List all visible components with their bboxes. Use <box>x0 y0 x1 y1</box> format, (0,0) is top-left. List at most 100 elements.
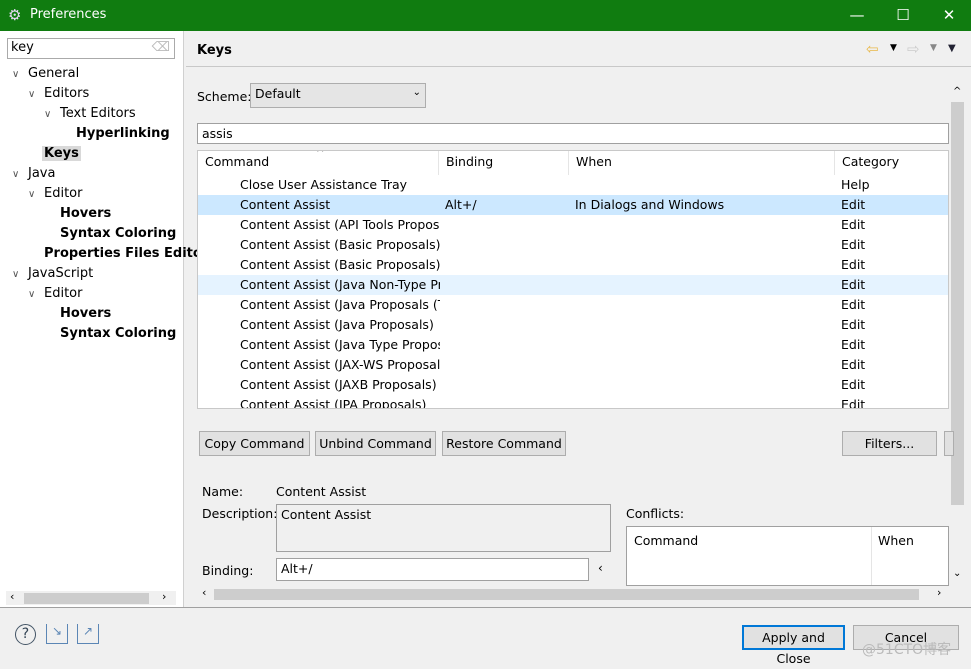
table-row[interactable]: Content Assist (Java Type Proposa Edit <box>198 335 948 355</box>
tree-item[interactable]: Syntax Coloring <box>60 326 176 341</box>
view-menu-icon[interactable]: ▼ <box>948 43 956 54</box>
tree-item[interactable]: Editors <box>44 86 89 101</box>
expand-chevron-icon[interactable]: ∨ <box>28 89 35 100</box>
table-row[interactable]: Content Assist (Basic Proposals) Edit <box>198 235 948 255</box>
command-cell: Content Assist (API Tools Proposal <box>240 217 440 232</box>
command-cell: Content Assist (Java Non-Type Pro <box>240 277 440 292</box>
export-icon[interactable]: ↗ <box>77 624 99 644</box>
scroll-left-icon[interactable]: ‹ <box>10 590 14 603</box>
expand-chevron-icon[interactable]: ∨ <box>44 109 51 120</box>
column-divider <box>871 527 872 585</box>
tree-item[interactable]: Java <box>28 166 55 181</box>
expand-chevron-icon[interactable]: ∨ <box>12 269 19 280</box>
conflicts-label: Conflicts: <box>626 506 685 521</box>
import-icon[interactable]: ↘ <box>46 624 68 644</box>
window-title: Preferences <box>30 7 107 22</box>
filter-input[interactable]: key ⌫ <box>7 38 175 59</box>
expand-chevron-icon[interactable]: ∨ <box>28 289 35 300</box>
tree-item[interactable]: Keys <box>42 146 81 161</box>
tree-item[interactable]: JavaScript <box>28 266 93 281</box>
tree-item[interactable]: Hyperlinking <box>76 126 170 141</box>
expand-chevron-icon[interactable]: ∨ <box>28 189 35 200</box>
scroll-up-icon[interactable]: ^ <box>953 86 961 97</box>
help-icon[interactable]: ? <box>15 624 36 645</box>
tree-item[interactable]: Hovers <box>60 306 111 321</box>
column-header-category[interactable]: Category <box>835 151 948 175</box>
conflicts-table: Command When <box>626 526 949 586</box>
tree-horizontal-scrollbar[interactable]: ‹ › <box>6 590 176 605</box>
header-divider <box>186 66 971 67</box>
conflict-column-command[interactable]: Command <box>634 533 698 548</box>
name-label: Name: <box>202 484 244 499</box>
expand-chevron-icon[interactable]: ∨ <box>12 69 19 80</box>
category-cell: Edit <box>841 237 866 252</box>
binding-input[interactable]: Alt+/ <box>276 558 589 581</box>
conflict-column-when[interactable]: When <box>878 533 914 548</box>
category-cell: Edit <box>841 277 866 292</box>
tree-item[interactable]: Syntax Coloring <box>60 226 176 241</box>
table-row[interactable]: Content Assist (Basic Proposals) Edit <box>198 255 948 275</box>
binding-menu-icon[interactable]: ‹ <box>598 561 603 575</box>
filters-button[interactable]: Filters... <box>842 431 937 456</box>
category-cell: Edit <box>841 377 866 392</box>
minimize-button[interactable]: — <box>834 0 880 31</box>
keys-table: Command ^ Binding When Category Close Us… <box>197 150 949 409</box>
description-textarea[interactable]: Content Assist <box>276 504 611 552</box>
page-horizontal-scrollbar[interactable]: ‹ › <box>197 586 949 601</box>
restore-command-button[interactable]: Restore Command <box>442 431 566 456</box>
scroll-thumb[interactable] <box>24 593 149 604</box>
scheme-select[interactable]: Default ⌄ <box>250 83 426 108</box>
command-cell: Content Assist (JPA Proposals) <box>240 397 427 409</box>
category-cell: Edit <box>841 197 866 212</box>
back-arrow-icon[interactable]: ⇦ <box>866 40 879 58</box>
name-value: Content Assist <box>276 484 367 499</box>
copy-command-button[interactable]: Copy Command <box>199 431 310 456</box>
tree-item[interactable]: Editor <box>44 286 82 301</box>
table-row[interactable]: Content Assist (Java Non-Type Pro Edit <box>198 275 948 295</box>
scroll-right-icon[interactable]: › <box>937 586 941 599</box>
table-row[interactable]: Content Assist (API Tools Proposal Edit <box>198 215 948 235</box>
scroll-left-icon[interactable]: ‹ <box>202 586 206 599</box>
scroll-thumb[interactable] <box>214 589 919 600</box>
table-row[interactable]: Content Assist Alt+/In Dialogs and Window… <box>198 195 948 215</box>
column-header-binding[interactable]: Binding <box>439 151 569 175</box>
command-cell: Content Assist (JAXB Proposals) <box>240 377 437 392</box>
expand-chevron-icon[interactable]: ∨ <box>12 169 19 180</box>
command-search-input[interactable]: assis <box>197 123 949 144</box>
partial-button[interactable] <box>944 431 954 456</box>
unbind-command-button[interactable]: Unbind Command <box>315 431 436 456</box>
command-cell: Content Assist <box>240 197 331 212</box>
table-row[interactable]: Content Assist (Java Proposals) Edit <box>198 315 948 335</box>
back-menu-icon[interactable]: ▼ <box>890 43 897 53</box>
scroll-right-icon[interactable]: › <box>162 590 166 603</box>
clear-filter-icon[interactable]: ⌫ <box>152 40 170 55</box>
forward-menu-icon[interactable]: ▼ <box>930 43 937 53</box>
table-row[interactable]: Close User Assistance Tray Help <box>198 175 948 195</box>
vertical-scrollbar[interactable]: ^ ⌄ <box>950 86 965 584</box>
table-row[interactable]: Content Assist (JAXB Proposals) Edit <box>198 375 948 395</box>
category-cell: Edit <box>841 397 866 409</box>
table-row[interactable]: Content Assist (Java Proposals (Ta Edit <box>198 295 948 315</box>
category-cell: Edit <box>841 337 866 352</box>
tree-item[interactable]: Text Editors <box>60 106 136 121</box>
scroll-down-icon[interactable]: ⌄ <box>953 568 961 579</box>
column-header-when[interactable]: When <box>569 151 835 175</box>
chevron-down-icon: ⌄ <box>412 87 421 98</box>
category-cell: Edit <box>841 297 866 312</box>
tree-item[interactable]: General <box>28 66 79 81</box>
category-cell: Edit <box>841 217 866 232</box>
scheme-value: Default <box>255 86 301 101</box>
table-row[interactable]: Content Assist (JAX-WS Proposals) Edit <box>198 355 948 375</box>
apply-and-close-button[interactable]: Apply and Close <box>742 625 845 666</box>
forward-arrow-icon[interactable]: ⇨ <box>907 40 920 58</box>
tree-item[interactable]: Properties Files Edito <box>44 246 202 261</box>
command-cell: Close User Assistance Tray <box>240 177 408 192</box>
tree-item[interactable]: Editor <box>44 186 82 201</box>
close-button[interactable]: ✕ <box>926 0 971 31</box>
table-row[interactable]: Content Assist (JPA Proposals) Edit <box>198 395 948 409</box>
tree-item[interactable]: Hovers <box>60 206 111 221</box>
command-cell: Content Assist (Basic Proposals) <box>240 257 440 272</box>
maximize-button[interactable]: ☐ <box>880 0 926 31</box>
category-cell: Edit <box>841 317 866 332</box>
footer-divider <box>0 607 971 608</box>
